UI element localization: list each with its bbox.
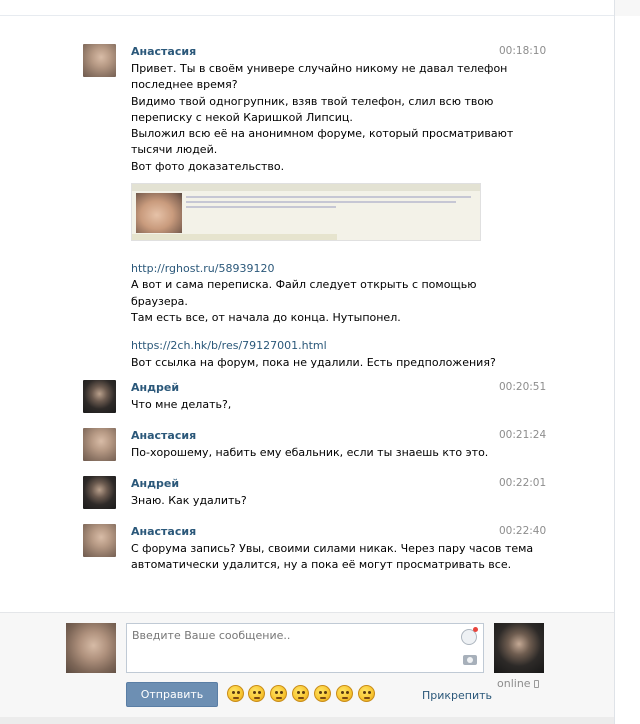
emoji-icon[interactable]	[358, 685, 375, 702]
message-text: Знаю. Как удалить?	[131, 494, 247, 507]
message-input[interactable]: Введите Ваше сообщение..	[126, 623, 484, 673]
message-text: браузера.	[131, 294, 188, 308]
emoji-icon[interactable]	[270, 685, 287, 702]
message-author[interactable]: Андрей	[131, 381, 179, 394]
message-author[interactable]: Анастасия	[131, 45, 196, 58]
smile-icon[interactable]	[461, 627, 478, 645]
message-text: автоматически удалится, ну а пока её мог…	[131, 558, 512, 572]
online-status: online	[497, 677, 539, 690]
message-link[interactable]: https://2ch.hk/b/res/79127001.html	[131, 338, 491, 354]
emoji-icon[interactable]	[227, 685, 244, 702]
avatar[interactable]	[83, 476, 116, 509]
send-button[interactable]: Отправить	[126, 682, 218, 707]
message-body: Привет. Ты в своём универе случайно нико…	[131, 61, 514, 371]
photo-header	[132, 184, 480, 192]
message-author[interactable]: Анастасия	[131, 525, 196, 538]
message-text: Выложил всю её на анонимном форуме, кото…	[131, 127, 514, 141]
emoji-icon[interactable]	[314, 685, 331, 702]
message-text: А вот и сама переписка. Файл следует отк…	[131, 278, 477, 292]
partner-avatar[interactable]	[494, 623, 544, 673]
message-body: По-хорошему, набить ему ебальник, если т…	[131, 445, 491, 461]
message-time: 00:18:10	[499, 45, 547, 57]
message-time: 00:22:01	[499, 477, 547, 489]
emoji-icon[interactable]	[336, 685, 353, 702]
message-text: Вот ссылка на форум, пока не удалили. Ес…	[131, 355, 496, 369]
message-body: Знаю. Как удалить?	[131, 493, 491, 509]
attach-button[interactable]: Прикрепить	[422, 689, 492, 702]
message-history: Анастасия 00:18:10 Привет. Ты в своём ун…	[0, 0, 614, 612]
avatar[interactable]	[83, 44, 116, 77]
attached-photo[interactable]	[131, 183, 481, 242]
message-text: последнее время?	[131, 78, 238, 92]
avatar[interactable]	[83, 428, 116, 461]
photo-footer	[132, 234, 337, 241]
message-text: По-хорошему, набить ему ебальник, если т…	[131, 446, 489, 459]
message-text: переписку с некой Каришкой Липсиц.	[131, 110, 353, 124]
photo-thumbnail	[136, 193, 182, 234]
composer: Введите Ваше сообщение.. Отправить Прикр…	[0, 612, 614, 724]
photo-text-line	[186, 196, 471, 199]
message-text: Привет. Ты в своём универе случайно нико…	[131, 62, 508, 75]
photo-text-line	[186, 201, 456, 204]
message-text: тысячи людей.	[131, 143, 218, 157]
scroll-track[interactable]	[614, 16, 640, 724]
avatar[interactable]	[83, 380, 116, 413]
message-author[interactable]: Анастасия	[131, 429, 196, 442]
camera-icon[interactable]	[463, 655, 477, 665]
message-link[interactable]: http://rghost.ru/58939120	[131, 261, 491, 277]
emoji-icon[interactable]	[248, 685, 265, 702]
message-text: С форума запись? Увы, своими силами ника…	[131, 542, 534, 555]
phone-icon	[533, 680, 539, 688]
message-body: С форума запись? Увы, своими силами ника…	[131, 541, 534, 574]
message-text: Там есть все, от начала до конца. Нутыпо…	[131, 310, 401, 324]
message-time: 00:20:51	[499, 381, 547, 393]
message-text: Вот фото доказательство.	[131, 159, 285, 173]
message-text: Что мне делать?,	[131, 398, 232, 411]
message-body: Что мне делать?,	[131, 397, 491, 413]
message-time: 00:21:24	[499, 429, 547, 441]
top-bar-right	[614, 0, 640, 16]
my-avatar[interactable]	[66, 623, 116, 673]
bottom-strip	[0, 717, 614, 724]
online-status-text: online	[497, 677, 531, 690]
photo-text-line	[186, 206, 336, 209]
message-text: Видимо твой одногрупник, взяв твой телеф…	[131, 94, 494, 108]
message-author[interactable]: Андрей	[131, 477, 179, 490]
avatar[interactable]	[83, 524, 116, 557]
message-time: 00:22:40	[499, 525, 547, 537]
emoji-icon[interactable]	[292, 685, 309, 702]
